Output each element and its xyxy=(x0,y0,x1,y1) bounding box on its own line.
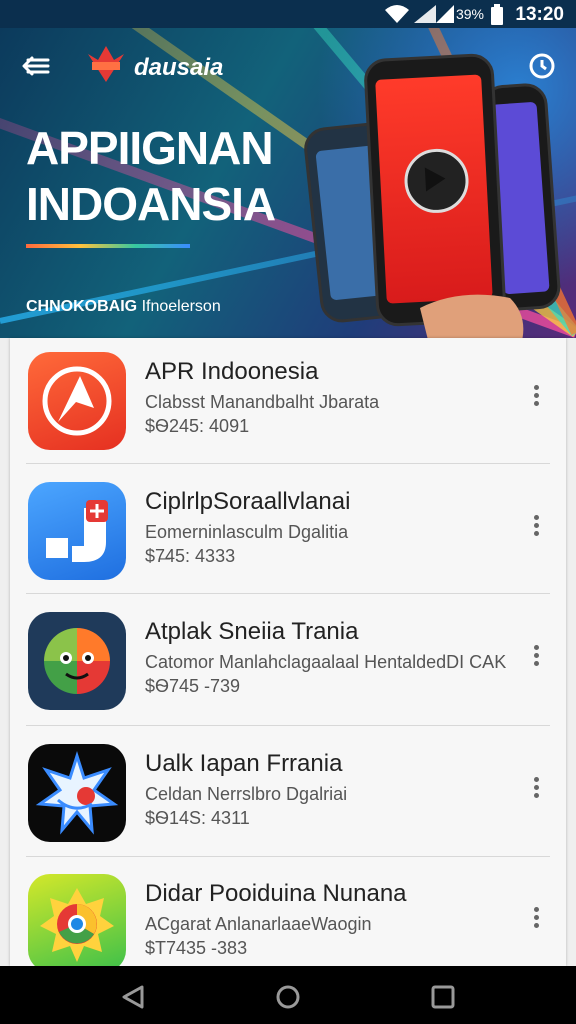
wifi-icon xyxy=(385,5,409,23)
cell-signal-2-icon xyxy=(436,5,454,23)
list-item[interactable]: Atplak Sneiia Trania Catomor Manlahclaga… xyxy=(10,598,566,730)
title-underline xyxy=(26,244,190,248)
status-time: 13:20 xyxy=(515,4,564,25)
app-price: $Ѳ745 -739 xyxy=(145,676,241,696)
app-name: Ualk Iapan Frrania xyxy=(145,750,343,777)
list-item[interactable]: Ualk Iapan Frrania Celdan Nerrslbro Dgal… xyxy=(10,730,566,862)
app-list: APR Indoonesia Clabsst Manandbalht Jbara… xyxy=(10,338,566,966)
clock-icon[interactable] xyxy=(528,52,556,80)
app-icon xyxy=(28,482,126,580)
battery-icon xyxy=(491,4,503,25)
hero-title: APPIIGNAN INDOANSIA xyxy=(26,120,276,232)
overflow-menu-icon[interactable] xyxy=(526,512,546,542)
brand-name: dausaia xyxy=(134,54,224,81)
divider xyxy=(26,725,550,726)
overflow-menu-icon[interactable] xyxy=(526,382,546,412)
overflow-menu-icon[interactable] xyxy=(526,904,546,934)
app-price: $7̶45: 4333 xyxy=(145,546,236,566)
list-item[interactable]: Didar Pooiduina Nunana ACgarat Anlanarla… xyxy=(10,860,566,966)
overflow-menu-icon[interactable] xyxy=(526,774,546,804)
app-icon xyxy=(28,612,126,710)
brand-logo-icon xyxy=(88,46,124,82)
puzzle-icon xyxy=(46,500,108,562)
play-icon xyxy=(424,167,446,192)
app-subtitle: Clabsst Manandbalht Jbarata xyxy=(145,392,380,412)
starburst-icon xyxy=(35,751,119,835)
app-subtitle: Celdan Nerrslbro Dgalriai xyxy=(145,784,348,804)
phone-illustration-center xyxy=(363,52,507,328)
divider xyxy=(26,856,550,857)
hand-illustration xyxy=(420,294,524,338)
nav-home-icon[interactable] xyxy=(275,984,301,1010)
hero-tagline: CHNOKOBAIG Ifnoelerson xyxy=(26,298,221,316)
overflow-menu-icon[interactable] xyxy=(526,642,546,672)
tagline-bold: CHNOKOBAIG xyxy=(26,298,138,315)
app-name: CiplrlpSoraallvlanai xyxy=(145,488,351,515)
nav-back-icon[interactable] xyxy=(120,984,146,1010)
tagline-rest: Ifnoelerson xyxy=(141,298,221,315)
colorful-face-icon xyxy=(44,628,110,694)
list-item[interactable]: APR Indoonesia Clabsst Manandbalht Jbara… xyxy=(10,338,566,470)
app-icon xyxy=(28,352,126,450)
browser-flower-icon xyxy=(40,888,114,962)
app-name: Didar Pooiduina Nunana xyxy=(145,880,407,907)
app-price: $T7435 -383 xyxy=(145,938,248,958)
app-name: APR Indoonesia xyxy=(145,358,319,385)
hero-title-line2: INDOANSIA xyxy=(26,178,276,230)
hero-banner: dausaia APPIIGNAN INDOANSIA CHNOKOBAIG I… xyxy=(0,28,576,338)
list-item[interactable]: CiplrlpSoraallvlanai Eomerninlasculm Dga… xyxy=(10,468,566,600)
system-nav-bar xyxy=(0,966,576,1024)
battery-percentage: 39% xyxy=(455,6,484,22)
divider xyxy=(26,593,550,594)
app-subtitle: Eomerninlasculm Dgalitia xyxy=(145,522,349,542)
menu-back-icon[interactable] xyxy=(22,54,50,78)
app-subtitle: Catomor Manlahclagaalaal HentaldedDI CAK xyxy=(145,652,507,672)
app-name: Atplak Sneiia Trania xyxy=(145,618,359,645)
app-icon xyxy=(28,874,126,966)
divider xyxy=(26,463,550,464)
status-bar: 39% 13:20 xyxy=(0,0,576,28)
app-subtitle: ACgarat AnlanarlaaeWaogin xyxy=(145,914,372,934)
app-price: $Ѳ14S: 4311 xyxy=(145,808,250,828)
nav-recents-icon[interactable] xyxy=(430,984,456,1010)
hero-title-line1: APPIIGNAN xyxy=(26,122,274,174)
app-price: $Ѳ245: 4091 xyxy=(145,416,250,436)
app-icon xyxy=(28,744,126,842)
arrow-triangle-icon xyxy=(42,366,112,436)
